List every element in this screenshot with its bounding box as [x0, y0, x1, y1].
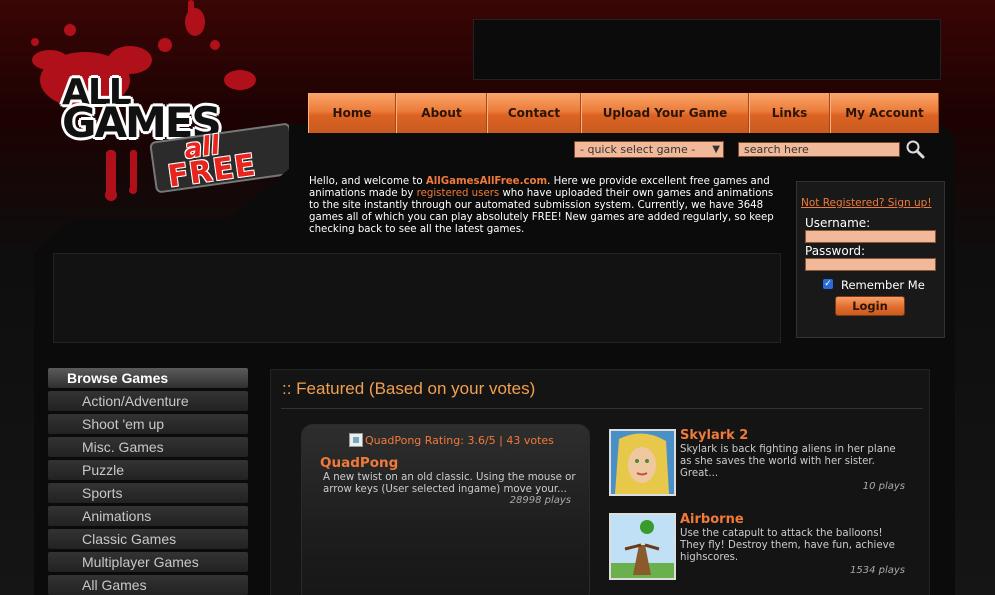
remember-me-checkbox[interactable]: ✓ — [823, 279, 833, 289]
skylark-2-description: Skylark is back fighting aliens in her p… — [680, 444, 896, 479]
browse-games-list: Action/Adventure Shoot 'em up Misc. Game… — [48, 391, 248, 595]
main-game-plays: 28998 plays — [509, 495, 571, 506]
browse-item-animations[interactable]: Animations — [48, 506, 248, 526]
search-placeholder: search here — [744, 143, 809, 156]
browse-item-action-adventure[interactable]: Action/Adventure — [48, 391, 248, 411]
search-icon[interactable] — [905, 139, 925, 159]
browse-item-puzzle[interactable]: Puzzle — [48, 460, 248, 480]
skylark-2-thumbnail-image — [611, 431, 674, 494]
browse-item-misc-games[interactable]: Misc. Games — [48, 437, 248, 457]
browse-item-all-games[interactable]: All Games — [48, 575, 248, 595]
broken-image-icon — [349, 433, 363, 447]
airborne-description: Use the catapult to attack the balloons!… — [680, 528, 895, 563]
nav-upload-your-game[interactable]: Upload Your Game — [581, 93, 749, 133]
nav-about[interactable]: About — [396, 93, 487, 133]
middle-banner-ad — [53, 253, 781, 343]
broken-image[interactable]: QuadPong Rating: 3.6/5 | 43 votes — [349, 433, 554, 447]
search-input[interactable]: search here — [738, 142, 900, 157]
game-card-skylark-2[interactable]: Skylark 2 Skylark is back fighting alien… — [609, 428, 909, 496]
browse-item-sports[interactable]: Sports — [48, 483, 248, 503]
login-button[interactable]: Login — [835, 296, 905, 316]
skylark-2-plays: 10 plays — [862, 481, 905, 492]
airborne-thumbnail[interactable] — [609, 513, 676, 580]
welcome-intro: Hello, and welcome to — [309, 176, 426, 187]
featured-main-game-card[interactable]: QuadPong Rating: 3.6/5 | 43 votes QuadPo… — [301, 424, 590, 595]
top-banner-ad — [473, 19, 941, 80]
login-box: Not Registered? Sign up! Username: Passw… — [796, 181, 945, 338]
skylark-2-title[interactable]: Skylark 2 — [680, 428, 748, 443]
game-card-airborne[interactable]: Airborne Use the catapult to attack the … — [609, 512, 909, 580]
main-game-description: A new twist on an old classic. Using the… — [323, 472, 576, 495]
airborne-title[interactable]: Airborne — [680, 512, 744, 527]
password-field[interactable] — [805, 258, 936, 271]
quick-select-game-dropdown[interactable]: - quick select game - ▼ — [574, 141, 724, 158]
main-game-title[interactable]: QuadPong — [320, 455, 398, 471]
main-game-rating: Rating: 3.6/5 | 43 votes — [424, 433, 554, 447]
registered-users-link[interactable]: registered users — [417, 188, 500, 199]
username-label: Username: — [805, 216, 871, 230]
airborne-plays: 1534 plays — [849, 565, 905, 576]
airborne-thumbnail-image — [611, 515, 674, 578]
featured-divider — [281, 408, 923, 409]
quick-select-value: - quick select game - — [580, 143, 696, 156]
main-game-img-alt: QuadPong — [365, 433, 422, 447]
skylark-2-thumbnail[interactable] — [609, 429, 676, 496]
username-field[interactable] — [805, 230, 936, 243]
nav-contact[interactable]: Contact — [487, 93, 581, 133]
browse-item-shoot-em-up[interactable]: Shoot 'em up — [48, 414, 248, 434]
main-nav: Home About Contact Upload Your Game Link… — [308, 93, 939, 133]
nav-home[interactable]: Home — [308, 93, 396, 133]
nav-links[interactable]: Links — [749, 93, 830, 133]
chevron-down-icon: ▼ — [712, 144, 720, 155]
nav-my-account[interactable]: My Account — [830, 93, 939, 133]
browse-games-title: Browse Games — [48, 368, 248, 388]
featured-title: :: Featured (Based on your votes) — [282, 379, 536, 398]
welcome-text: Hello, and welcome to AllGamesAllFree.co… — [309, 176, 782, 236]
browse-item-classic-games[interactable]: Classic Games — [48, 529, 248, 549]
site-link[interactable]: AllGamesAllFree.com — [426, 176, 547, 187]
password-label: Password: — [805, 244, 866, 258]
register-link[interactable]: Not Registered? Sign up! — [801, 197, 932, 209]
remember-me-label: Remember Me — [841, 278, 925, 292]
browse-item-multiplayer-games[interactable]: Multiplayer Games — [48, 552, 248, 572]
